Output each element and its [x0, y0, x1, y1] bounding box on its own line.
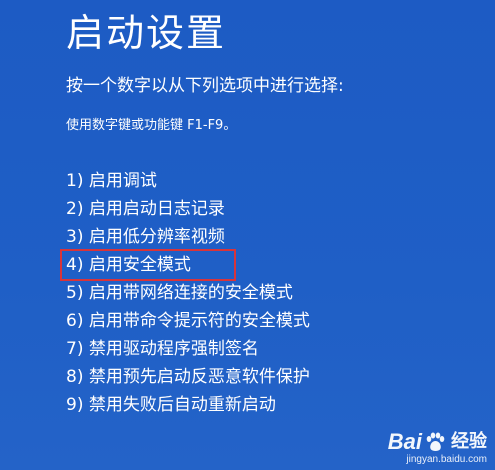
instruction-text: 按一个数字以从下列选项中进行选择: — [66, 76, 344, 96]
option-disable-early-antimalware[interactable]: 8) 禁用预先启动反恶意软件保护 — [66, 363, 310, 391]
option-enable-boot-logging[interactable]: 2) 启用启动日志记录 — [66, 195, 310, 223]
option-enable-debugging[interactable]: 1) 启用调试 — [66, 167, 310, 195]
option-disable-driver-signature[interactable]: 7) 禁用驱动程序强制签名 — [66, 335, 310, 363]
option-safe-mode-command-prompt[interactable]: 6) 启用带命令提示符的安全模式 — [66, 307, 310, 335]
option-safe-mode-networking[interactable]: 5) 启用带网络连接的安全模式 — [66, 279, 310, 307]
page-title: 启动设置 — [66, 11, 227, 55]
watermark-brand-left: Bai — [387, 429, 422, 454]
baidu-paw-icon — [424, 431, 446, 453]
watermark-url: jingyan.baidu.com — [406, 454, 487, 465]
option-enable-safe-mode[interactable]: 4) 启用安全模式 — [60, 249, 236, 281]
key-hint-text: 使用数字键或功能键 F1-F9。 — [66, 118, 237, 133]
option-enable-low-resolution-video[interactable]: 3) 启用低分辨率视频 — [66, 223, 310, 251]
option-disable-auto-restart[interactable]: 9) 禁用失败后自动重新启动 — [66, 391, 310, 419]
startup-options-list: 1) 启用调试 2) 启用启动日志记录 3) 启用低分辨率视频 4) 启用安全模… — [60, 167, 310, 419]
baidu-watermark: Bai 经验 jingyan.baidu.com — [388, 430, 487, 466]
watermark-brand-right: 经验 — [451, 431, 487, 452]
